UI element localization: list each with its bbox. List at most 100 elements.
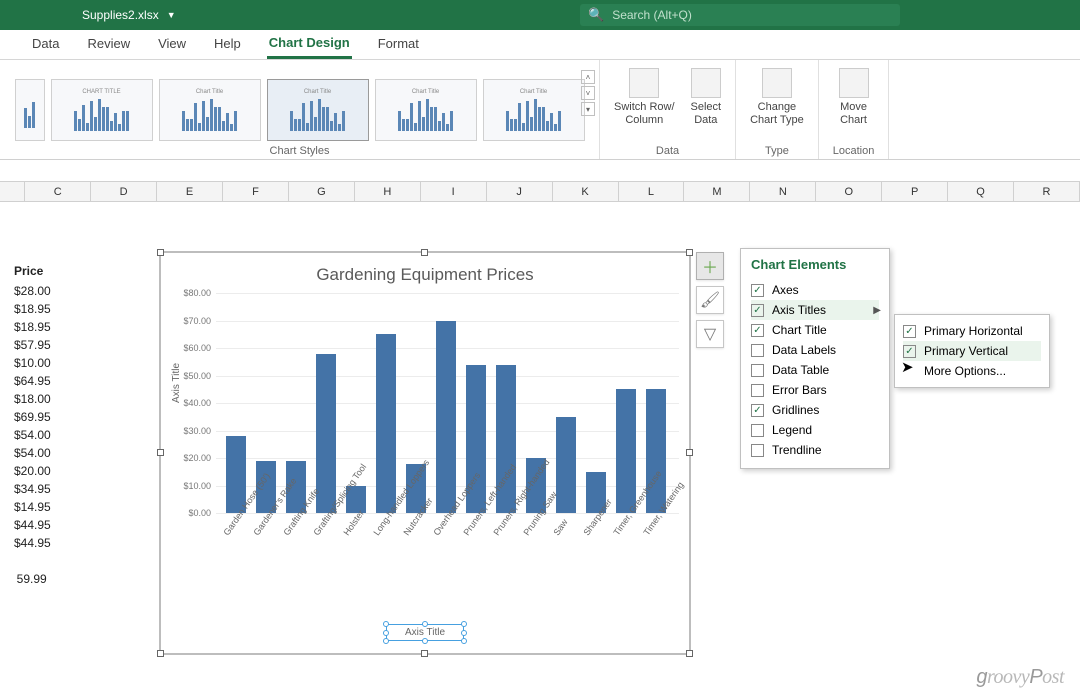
cell[interactable]: $69.95 bbox=[14, 410, 51, 428]
col-head[interactable]: L bbox=[619, 182, 685, 201]
x-axis-title-selected[interactable]: Axis Title bbox=[386, 624, 464, 641]
bar[interactable] bbox=[436, 321, 456, 513]
chart-element-item[interactable]: Legend bbox=[751, 420, 879, 440]
tab-format[interactable]: Format bbox=[376, 32, 421, 57]
checkbox-icon[interactable] bbox=[751, 344, 764, 357]
cell[interactable]: $44.95 bbox=[14, 518, 51, 536]
chart-filters-button[interactable]: ▽ bbox=[696, 320, 724, 348]
checkbox-icon[interactable]: ✓ bbox=[751, 304, 764, 317]
select-all-corner[interactable] bbox=[0, 182, 25, 201]
style-thumb-4[interactable]: Chart Title bbox=[375, 79, 477, 141]
chart-element-item[interactable]: Data Table bbox=[751, 360, 879, 380]
chart-element-item[interactable]: ✓Gridlines bbox=[751, 400, 879, 420]
col-head[interactable]: M bbox=[684, 182, 750, 201]
col-head[interactable]: G bbox=[289, 182, 355, 201]
checkbox-icon[interactable]: ✓ bbox=[903, 325, 916, 338]
resize-handle[interactable] bbox=[157, 650, 164, 657]
checkbox-icon[interactable] bbox=[751, 364, 764, 377]
down-icon[interactable]: ˅ bbox=[581, 86, 595, 100]
bar[interactable] bbox=[376, 334, 396, 513]
resize-handle[interactable] bbox=[686, 249, 693, 256]
checkbox-icon[interactable]: ✓ bbox=[751, 284, 764, 297]
col-head[interactable]: E bbox=[157, 182, 223, 201]
cell[interactable]: $34.95 bbox=[14, 482, 51, 500]
col-head[interactable]: P bbox=[882, 182, 948, 201]
search-input[interactable]: 🔍 Search (Alt+Q) bbox=[580, 4, 900, 26]
checkbox-icon[interactable] bbox=[751, 444, 764, 457]
cell[interactable]: $10.00 bbox=[14, 356, 51, 374]
resize-handle[interactable] bbox=[157, 449, 164, 456]
cell[interactable]: $54.00 bbox=[14, 446, 51, 464]
file-name[interactable]: Supplies2.xlsx ▼ bbox=[82, 8, 176, 22]
col-head[interactable]: Q bbox=[948, 182, 1014, 201]
up-icon[interactable]: ˄ bbox=[581, 70, 595, 84]
chart-element-item[interactable]: ✓Chart Title bbox=[751, 320, 879, 340]
cell[interactable]: $14.95 bbox=[14, 500, 51, 518]
chart-element-item[interactable]: ✓Axes bbox=[751, 280, 879, 300]
col-head[interactable]: O bbox=[816, 182, 882, 201]
worksheet[interactable]: Price $28.00 $18.95 $18.95 $57.95 $10.00… bbox=[0, 202, 1080, 697]
axis-titles-sub-item[interactable]: More Options... bbox=[903, 361, 1041, 381]
bar[interactable] bbox=[316, 354, 336, 513]
resize-handle[interactable] bbox=[686, 650, 693, 657]
col-head[interactable]: R bbox=[1014, 182, 1080, 201]
cell[interactable]: $57.95 bbox=[14, 338, 51, 356]
style-thumb-2[interactable]: Chart Title bbox=[159, 79, 261, 141]
col-head[interactable]: F bbox=[223, 182, 289, 201]
chart-title[interactable]: Gardening Equipment Prices bbox=[161, 265, 689, 285]
cell[interactable]: $28.00 bbox=[14, 284, 51, 302]
col-head[interactable]: N bbox=[750, 182, 816, 201]
chart-elements-button[interactable]: ＋ bbox=[696, 252, 724, 280]
axis-titles-sub-item[interactable]: ✓Primary Vertical bbox=[903, 341, 1041, 361]
tab-data[interactable]: Data bbox=[30, 32, 61, 57]
tab-view[interactable]: View bbox=[156, 32, 188, 57]
resize-handle[interactable] bbox=[686, 449, 693, 456]
col-head[interactable]: C bbox=[25, 182, 91, 201]
cell[interactable]: $54.00 bbox=[14, 428, 51, 446]
checkbox-icon[interactable] bbox=[751, 424, 764, 437]
cell[interactable]: $44.95 bbox=[14, 536, 51, 554]
tab-chart-design[interactable]: Chart Design bbox=[267, 31, 352, 59]
select-data-button[interactable]: Select Data bbox=[691, 68, 722, 126]
checkbox-icon[interactable] bbox=[751, 384, 764, 397]
chart-element-item[interactable]: ✓Axis Titles▶ bbox=[751, 300, 879, 320]
chart-element-item[interactable]: Error Bars bbox=[751, 380, 879, 400]
cell[interactable]: $64.95 bbox=[14, 374, 51, 392]
embedded-chart[interactable]: Gardening Equipment Prices Axis Title $0… bbox=[160, 252, 690, 654]
axis-titles-sub-item[interactable]: ✓Primary Horizontal bbox=[903, 321, 1041, 341]
cell[interactable]: $20.00 bbox=[14, 464, 51, 482]
bar[interactable] bbox=[556, 417, 576, 513]
x-axis[interactable]: Garden Hose (50')Gardener's RakeGrafting… bbox=[226, 513, 679, 611]
style-thumb-3-active[interactable]: Chart Title bbox=[267, 79, 369, 141]
resize-handle[interactable] bbox=[421, 650, 428, 657]
y-axis-title[interactable]: Axis Title bbox=[171, 363, 182, 403]
cell[interactable]: $18.95 bbox=[14, 302, 51, 320]
col-head[interactable]: J bbox=[487, 182, 553, 201]
col-head[interactable]: D bbox=[91, 182, 157, 201]
style-thumb-partial[interactable] bbox=[15, 79, 45, 141]
col-head[interactable]: I bbox=[421, 182, 487, 201]
switch-row-column-button[interactable]: Switch Row/ Column bbox=[614, 68, 675, 126]
cell[interactable] bbox=[14, 554, 51, 572]
move-chart-button[interactable]: Move Chart bbox=[839, 68, 869, 126]
cell[interactable]: 59.99 bbox=[14, 572, 51, 590]
cell[interactable]: $18.00 bbox=[14, 392, 51, 410]
resize-handle[interactable] bbox=[421, 249, 428, 256]
cell[interactable]: $18.95 bbox=[14, 320, 51, 338]
checkbox-icon[interactable]: ✓ bbox=[751, 324, 764, 337]
col-head[interactable]: K bbox=[553, 182, 619, 201]
chart-element-item[interactable]: Data Labels bbox=[751, 340, 879, 360]
style-thumb-5[interactable]: Chart Title bbox=[483, 79, 585, 141]
col-head[interactable]: H bbox=[355, 182, 421, 201]
tab-review[interactable]: Review bbox=[85, 32, 132, 57]
chevron-down-icon[interactable]: ▼ bbox=[167, 10, 176, 20]
gallery-scroll[interactable]: ˄ ˅ ▾ bbox=[581, 70, 595, 116]
plot-area[interactable]: $0.00$10.00$20.00$30.00$40.00$50.00$60.0… bbox=[216, 293, 679, 513]
formula-bar[interactable] bbox=[0, 160, 1080, 182]
tab-help[interactable]: Help bbox=[212, 32, 243, 57]
change-chart-type-button[interactable]: Change Chart Type bbox=[750, 68, 804, 126]
style-thumb-1[interactable]: CHART TITLE bbox=[51, 79, 153, 141]
checkbox-icon[interactable]: ✓ bbox=[751, 404, 764, 417]
chart-styles-button[interactable]: 🖌 bbox=[696, 286, 724, 314]
more-icon[interactable]: ▾ bbox=[581, 102, 595, 116]
